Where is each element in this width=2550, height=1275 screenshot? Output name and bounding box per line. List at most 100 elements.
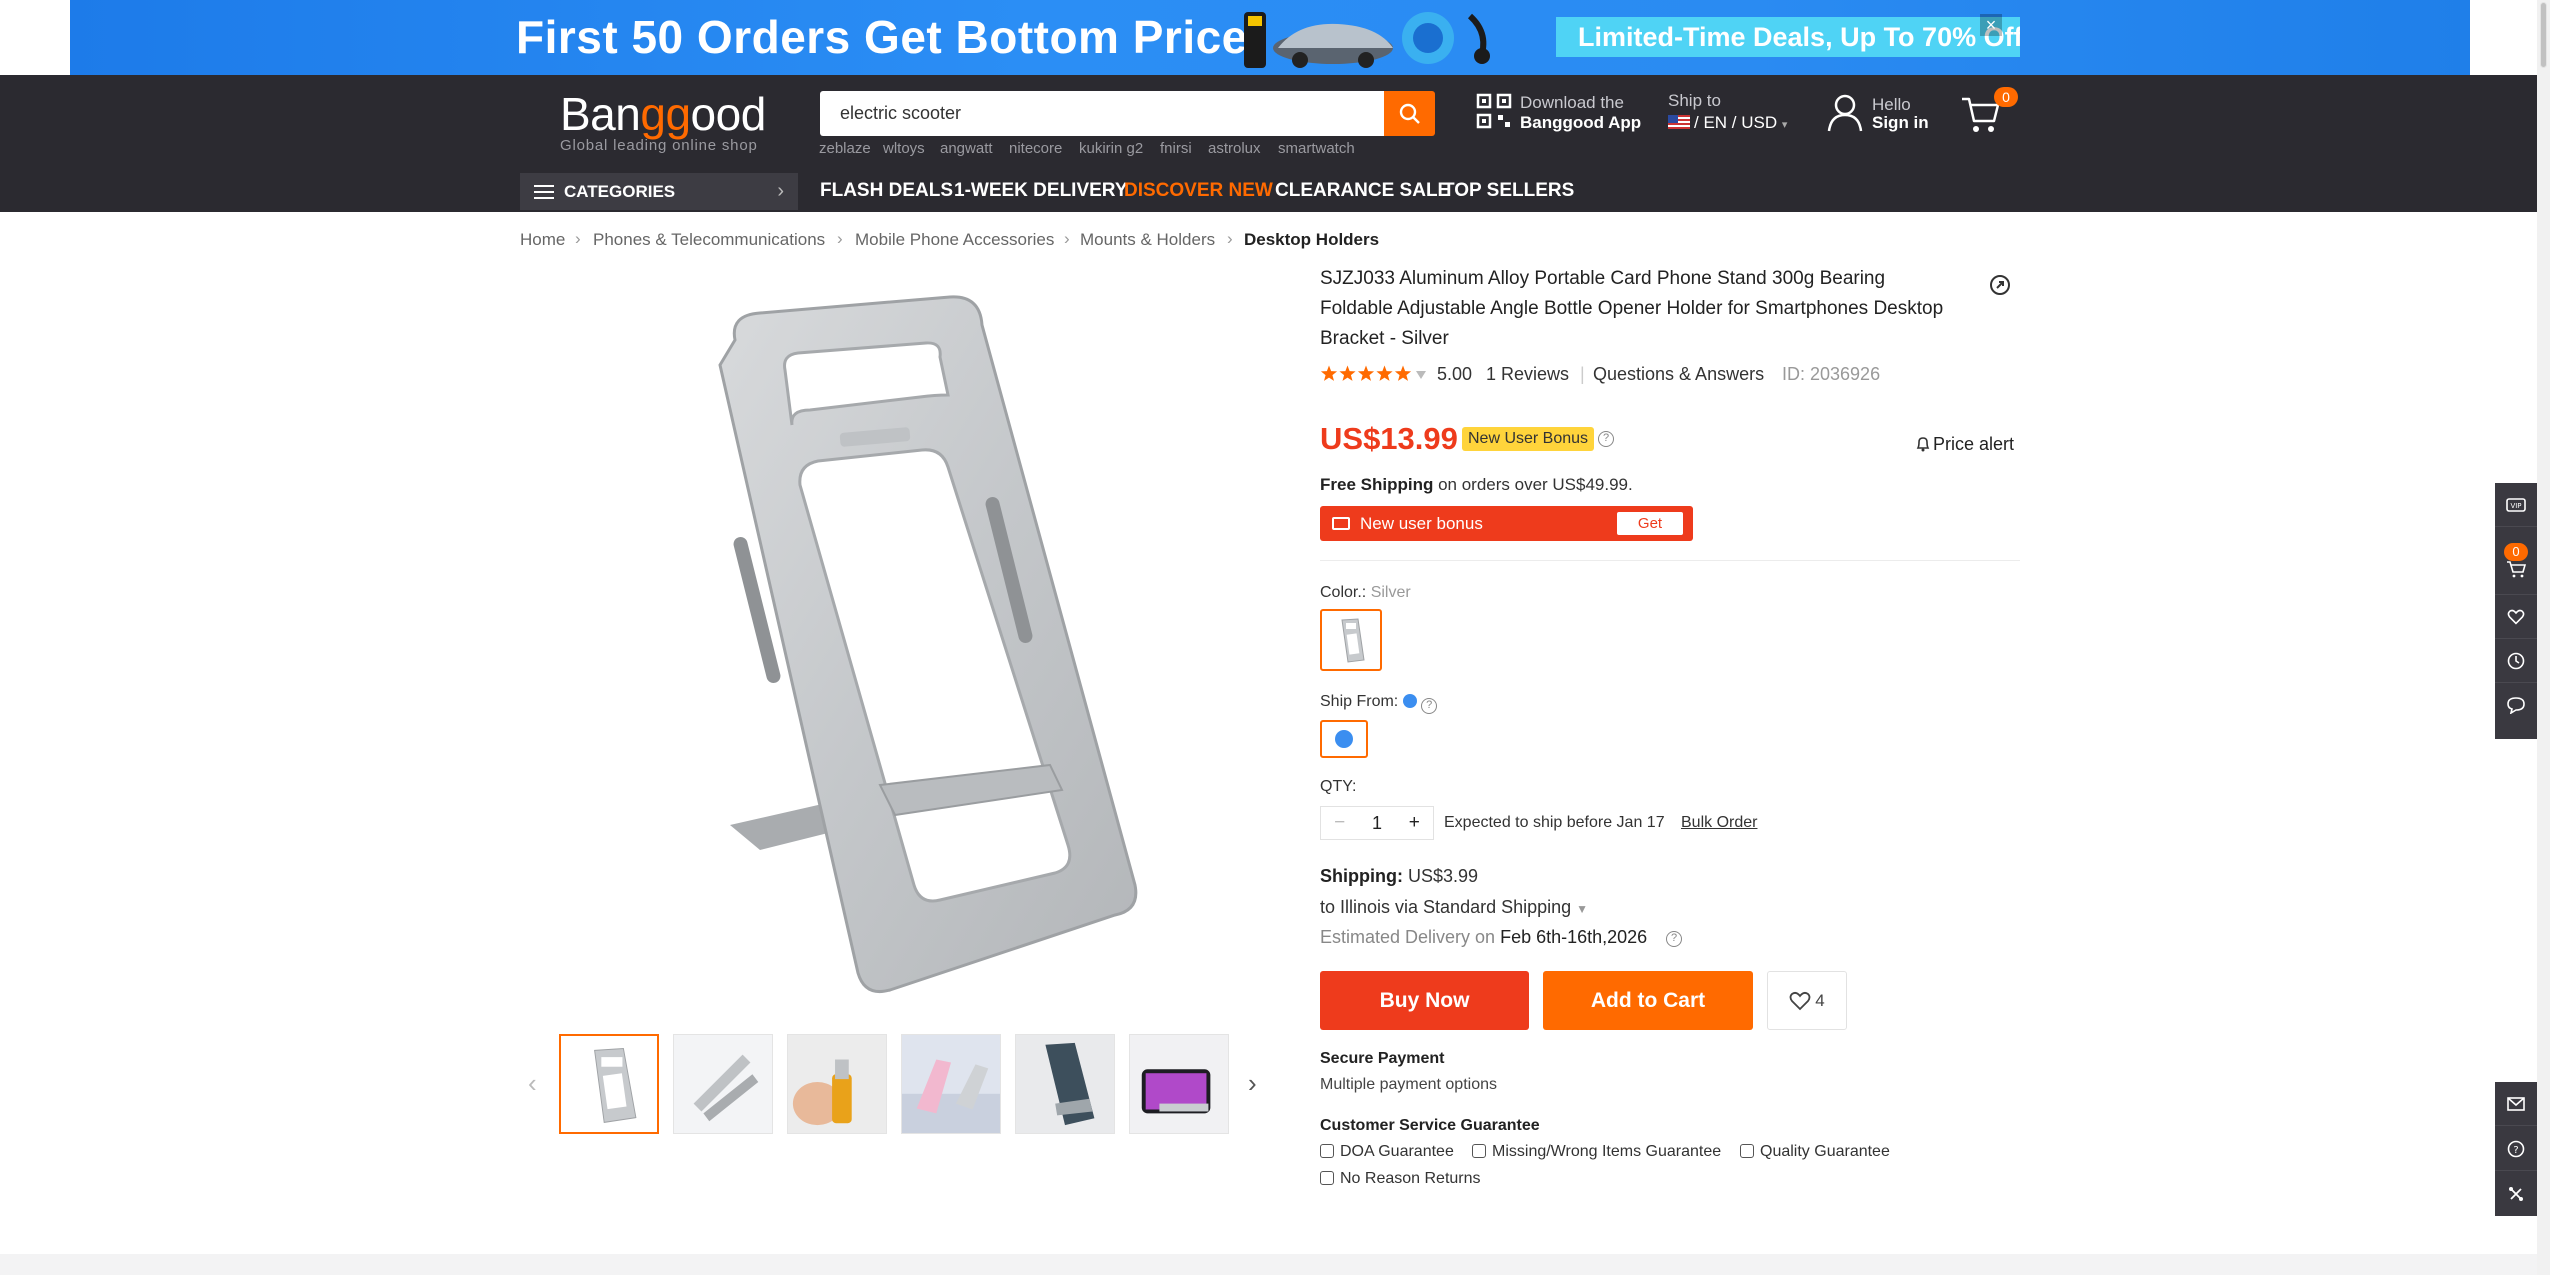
nav-flash-deals[interactable]: FLASH DEALS [820,180,953,202]
rating-value: 5.00 [1437,364,1473,384]
help-icon[interactable]: ? [1421,698,1438,714]
rating-dropdown-icon[interactable] [1415,370,1427,380]
app-download-label[interactable]: Download the [1520,93,1624,113]
main-product-image[interactable] [690,285,1160,1005]
star-icon [1320,365,1338,381]
thumbnail-6[interactable] [1129,1034,1229,1134]
product-price: US$13.99 [1320,421,1458,456]
thumbnail-5[interactable] [1015,1034,1115,1134]
ship-to-selector[interactable]: / EN / USD ▾ [1668,113,1787,133]
ship-to-label[interactable]: Ship to [1668,91,1721,111]
close-icon[interactable] [2495,1172,2537,1216]
search-button[interactable] [1384,91,1435,136]
qty-increase-button[interactable]: + [1396,812,1433,834]
divider [1320,560,2020,561]
user-icon[interactable] [1826,93,1864,133]
qty-label: QTY: [1320,778,1357,795]
hot-search-link[interactable]: wltoys [883,140,925,157]
promo-deal-label: Limited-Time Deals, Up To 70% Off [1556,17,2020,57]
price-alert-button[interactable]: Price alert [1916,434,2014,455]
help-icon[interactable]: ? [2495,1127,2537,1171]
page-scrollbar[interactable] [2537,0,2550,1275]
heart-icon[interactable] [2495,595,2537,639]
banggood-logo[interactable]: Banggood [560,87,766,141]
star-icon [1357,365,1375,381]
expected-ship-date: Expected to ship before Jan 17 [1444,814,1665,831]
categories-menu[interactable]: CATEGORIES › [520,173,798,210]
gallery-prev-arrow[interactable]: ‹ [528,1068,537,1099]
color-option-silver[interactable] [1320,609,1382,671]
breadcrumb-phones[interactable]: Phones & Telecommunications [593,230,825,250]
qr-code-icon[interactable] [1476,93,1512,129]
close-icon[interactable]: × [1980,14,2002,36]
site-header: Banggood Global leading online shop zebl… [0,75,2537,212]
qty-input[interactable]: 1 [1358,813,1395,834]
help-icon[interactable]: ? [1666,931,1682,947]
hot-search-link[interactable]: astrolux [1208,140,1261,157]
app-download-name[interactable]: Banggood App [1520,113,1641,133]
guarantee-quality[interactable]: Quality Guarantee [1740,1143,1890,1161]
search-icon [1399,103,1420,124]
history-icon[interactable] [2495,639,2537,683]
get-bonus-button[interactable]: Get [1617,512,1683,535]
hot-search-link[interactable]: fnirsi [1160,140,1192,157]
wishlist-button[interactable]: 4 [1767,971,1847,1030]
mail-icon[interactable] [2495,1082,2537,1126]
vip-icon[interactable]: VIP [2495,483,2537,527]
new-user-bonus-bar[interactable]: New user bonus Get [1320,506,1693,541]
user-greeting[interactable]: Hello [1872,95,1911,115]
nav-clearance-sale[interactable]: CLEARANCE SALE [1275,180,1450,202]
buy-now-button[interactable]: Buy Now [1320,971,1529,1030]
page-footer-edge [0,1254,2537,1275]
nav-top-sellers[interactable]: TOP SELLERS [1443,180,1574,202]
share-icon[interactable] [1988,273,2012,297]
bulk-order-link[interactable]: Bulk Order [1681,814,1757,832]
add-to-cart-button[interactable]: Add to Cart [1543,971,1753,1030]
reviews-link[interactable]: 1 Reviews [1486,364,1569,385]
product-title: SJZJ033 Aluminum Alloy Portable Card Pho… [1320,268,1944,349]
hot-search-link[interactable]: zeblaze [819,140,871,157]
rating-stars [1320,365,1412,381]
nav-1-week-delivery[interactable]: 1-WEEK DELIVERY [954,180,1128,202]
search-box[interactable] [820,91,1384,136]
scrollbar-thumb[interactable] [2540,2,2547,68]
gallery-next-arrow[interactable]: › [1248,1068,1257,1099]
questions-answers-link[interactable]: Questions & Answers [1593,364,1764,385]
product-id: ID: 2036926 [1782,364,1881,384]
guarantee-doa[interactable]: DOA Guarantee [1320,1143,1454,1161]
guarantee-no-reason-returns[interactable]: No Reason Returns [1320,1170,1481,1188]
side-toolbar-bottom: ? [2495,1082,2537,1216]
search-input[interactable] [820,91,1384,136]
qty-decrease-button[interactable]: − [1321,812,1358,834]
hot-search-link[interactable]: smartwatch [1278,140,1355,157]
quantity-stepper[interactable]: − 1 + [1320,806,1434,840]
chevron-down-icon: ▼ [1576,902,1589,916]
hot-search-link[interactable]: nitecore [1009,140,1062,157]
hot-search-link[interactable]: kukirin g2 [1079,140,1143,157]
help-icon[interactable]: ? [1598,431,1614,447]
thumbnail-1[interactable] [559,1034,659,1134]
thumbnail-3[interactable] [787,1034,887,1134]
sign-in-link[interactable]: Sign in [1872,113,1929,133]
star-icon [1376,365,1393,381]
svg-text:VIP: VIP [2510,502,2521,510]
promo-products-image [1244,12,1490,68]
promo-banner[interactable]: First 50 Orders Get Bottom Price Limited… [70,0,2470,75]
hot-search-link[interactable]: angwatt [940,140,993,157]
payment-options-text: Multiple payment options [1320,1076,1497,1093]
breadcrumb-mounts[interactable]: Mounts & Holders [1080,230,1215,250]
promo-title: First 50 Orders Get Bottom Price [516,11,1248,63]
color-swatch-image [1341,618,1365,663]
shipping-method-selector[interactable]: to Illinois via Standard Shipping ▼ [1320,897,1588,918]
chat-icon[interactable] [2495,683,2537,727]
ship-from-option-global[interactable] [1320,720,1368,758]
breadcrumb-home[interactable]: Home [520,230,565,250]
heart-icon [1789,991,1811,1010]
nav-discover-new[interactable]: DISCOVER NEW [1124,180,1273,202]
guarantee-missing-items[interactable]: Missing/Wrong Items Guarantee [1472,1143,1721,1161]
globe-icon [1335,730,1353,748]
breadcrumb-mobile-accessories[interactable]: Mobile Phone Accessories [855,230,1054,250]
thumbnail-4[interactable] [901,1034,1001,1134]
thumbnail-2[interactable] [673,1034,773,1134]
breadcrumb-separator: › [575,229,581,248]
